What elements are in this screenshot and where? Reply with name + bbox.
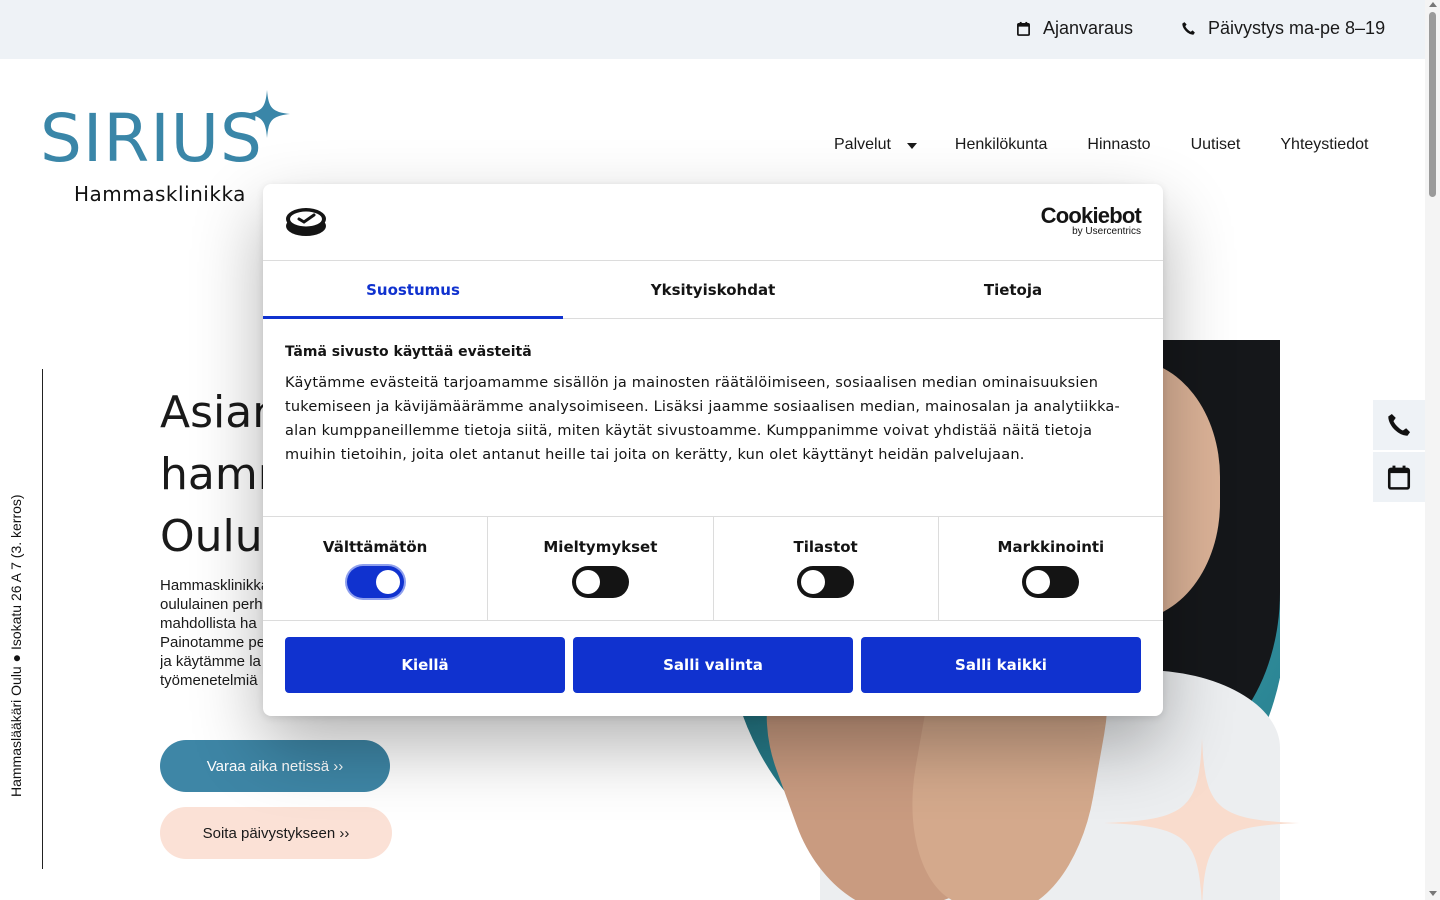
nav-item-palvelut[interactable]: Palvelut bbox=[834, 136, 917, 154]
cookie-category-toggles: Välttämätön Mieltymykset Tilastot Markki… bbox=[263, 517, 1163, 621]
side-address: Hammaslääkäri Oulu ● Isokatu 26 A 7 (3. … bbox=[8, 494, 24, 797]
cookie-consent-dialog: Cookiebot by Usercentrics Suostumus Yksi… bbox=[263, 184, 1163, 716]
scroll-down-arrow[interactable] bbox=[1429, 891, 1437, 896]
tab-details[interactable]: Yksityiskohdat bbox=[563, 261, 863, 318]
hero-body-line: Hammasklinikka bbox=[160, 577, 270, 594]
page-scrollbar[interactable] bbox=[1425, 0, 1440, 900]
switch-knob bbox=[375, 570, 400, 594]
nav-label: Yhteystiedot bbox=[1280, 136, 1369, 153]
cookiebot-brand-name: Cookiebot bbox=[1040, 203, 1142, 228]
booking-label: Ajanvaraus bbox=[1043, 18, 1134, 38]
decorative-star-icon bbox=[1104, 738, 1300, 900]
nav-item-yhteystiedot[interactable]: Yhteystiedot bbox=[1280, 136, 1368, 154]
nav-label: Hinnasto bbox=[1087, 136, 1151, 153]
hero-body-line: työmenetelmiä bbox=[160, 672, 258, 689]
calendar-icon bbox=[1017, 21, 1030, 36]
hero-body-line: oululainen perh bbox=[160, 596, 263, 613]
cookie-description: Käytämme evästeitä tarjoamamme sisällön … bbox=[285, 375, 1120, 463]
toggle-statistics: Tilastot bbox=[714, 517, 939, 620]
toggle-label: Mieltymykset bbox=[543, 538, 658, 556]
switch-knob bbox=[575, 570, 600, 594]
nav-item-uutiset[interactable]: Uutiset bbox=[1191, 136, 1241, 154]
toggle-necessary: Välttämätön bbox=[263, 517, 489, 620]
allow-all-button[interactable]: Salli kaikki bbox=[861, 637, 1141, 693]
nav-label: Palvelut bbox=[834, 136, 891, 153]
floating-contact-buttons bbox=[1373, 400, 1425, 504]
cookiebot-logo-icon bbox=[286, 208, 326, 236]
nav-item-hinnasto[interactable]: Hinnasto bbox=[1087, 136, 1150, 154]
cookiebot-brand-sub: by Usercentrics bbox=[1072, 226, 1141, 237]
cookie-title: Tämä sivusto käyttää evästeitä bbox=[285, 344, 532, 360]
floating-calendar-button[interactable] bbox=[1373, 452, 1425, 502]
side-divider bbox=[42, 369, 43, 869]
toggle-label: Tilastot bbox=[793, 538, 858, 556]
hero-body-line: mahdollista ha bbox=[160, 615, 257, 632]
logo-star-icon bbox=[244, 90, 290, 138]
phone-icon bbox=[1388, 413, 1411, 436]
toggle-preferences: Mieltymykset bbox=[488, 517, 714, 620]
main-nav: Palvelut Henkilökunta Hinnasto Uutiset Y… bbox=[834, 136, 1368, 154]
cookie-header: Cookiebot by Usercentrics bbox=[263, 184, 1163, 261]
statistics-switch[interactable] bbox=[797, 566, 855, 598]
tab-about[interactable]: Tietoja bbox=[863, 261, 1163, 318]
hero-body-line: ja käytämme la bbox=[160, 653, 261, 670]
book-online-button[interactable]: Varaa aika netissä ›› bbox=[160, 740, 390, 792]
toggle-label: Markkinointi bbox=[997, 538, 1105, 556]
tab-consent[interactable]: Suostumus bbox=[263, 261, 563, 319]
phone-label: Päivystys ma-pe 8–19 bbox=[1208, 18, 1386, 38]
cookie-tabs: Suostumus Yksityiskohdat Tietoja bbox=[263, 261, 1163, 319]
marketing-switch[interactable] bbox=[1022, 566, 1080, 598]
toggle-marketing: Markkinointi bbox=[939, 517, 1163, 620]
switch-knob bbox=[1026, 570, 1051, 594]
phone-icon bbox=[1182, 22, 1195, 35]
calendar-icon bbox=[1387, 465, 1411, 490]
phone-link[interactable]: Päivystys ma-pe 8–19 bbox=[1181, 18, 1385, 39]
cookie-body: Tämä sivusto käyttää evästeitä Käytämme … bbox=[263, 319, 1163, 517]
cookiebot-brand[interactable]: Cookiebot by Usercentrics bbox=[1040, 203, 1142, 237]
hero-body: Hammasklinikka oululainen perh mahdollis… bbox=[160, 576, 280, 690]
call-emergency-button[interactable]: Soita päivystykseen ›› bbox=[160, 807, 392, 859]
necessary-switch[interactable] bbox=[346, 566, 404, 598]
scroll-up-arrow[interactable] bbox=[1429, 2, 1437, 7]
nav-label: Henkilökunta bbox=[954, 136, 1048, 153]
booking-link[interactable]: Ajanvaraus bbox=[1016, 18, 1133, 39]
switch-knob bbox=[801, 570, 826, 594]
nav-item-henkilokunta[interactable]: Henkilökunta bbox=[955, 136, 1048, 154]
floating-phone-button[interactable] bbox=[1373, 400, 1425, 450]
top-utility-bar: Ajanvaraus Päivystys ma-pe 8–19 bbox=[0, 0, 1425, 59]
toggle-label: Välttämätön bbox=[322, 538, 428, 556]
cookie-actions: Kiellä Salli valinta Salli kaikki bbox=[263, 621, 1163, 709]
preferences-switch[interactable] bbox=[571, 566, 629, 598]
nav-label: Uutiset bbox=[1190, 136, 1241, 153]
deny-button[interactable]: Kiellä bbox=[285, 637, 565, 693]
hero-body-line: Painotamme pe bbox=[160, 634, 266, 651]
logo-subtitle: Hammasklinikka bbox=[74, 182, 246, 206]
chevron-down-icon bbox=[906, 143, 917, 149]
logo-wordmark: SIRIUS bbox=[40, 100, 263, 177]
allow-selection-button[interactable]: Salli valinta bbox=[573, 637, 853, 693]
site-logo[interactable]: SIRIUS Hammasklinikka bbox=[40, 90, 290, 207]
scroll-thumb[interactable] bbox=[1429, 12, 1436, 197]
